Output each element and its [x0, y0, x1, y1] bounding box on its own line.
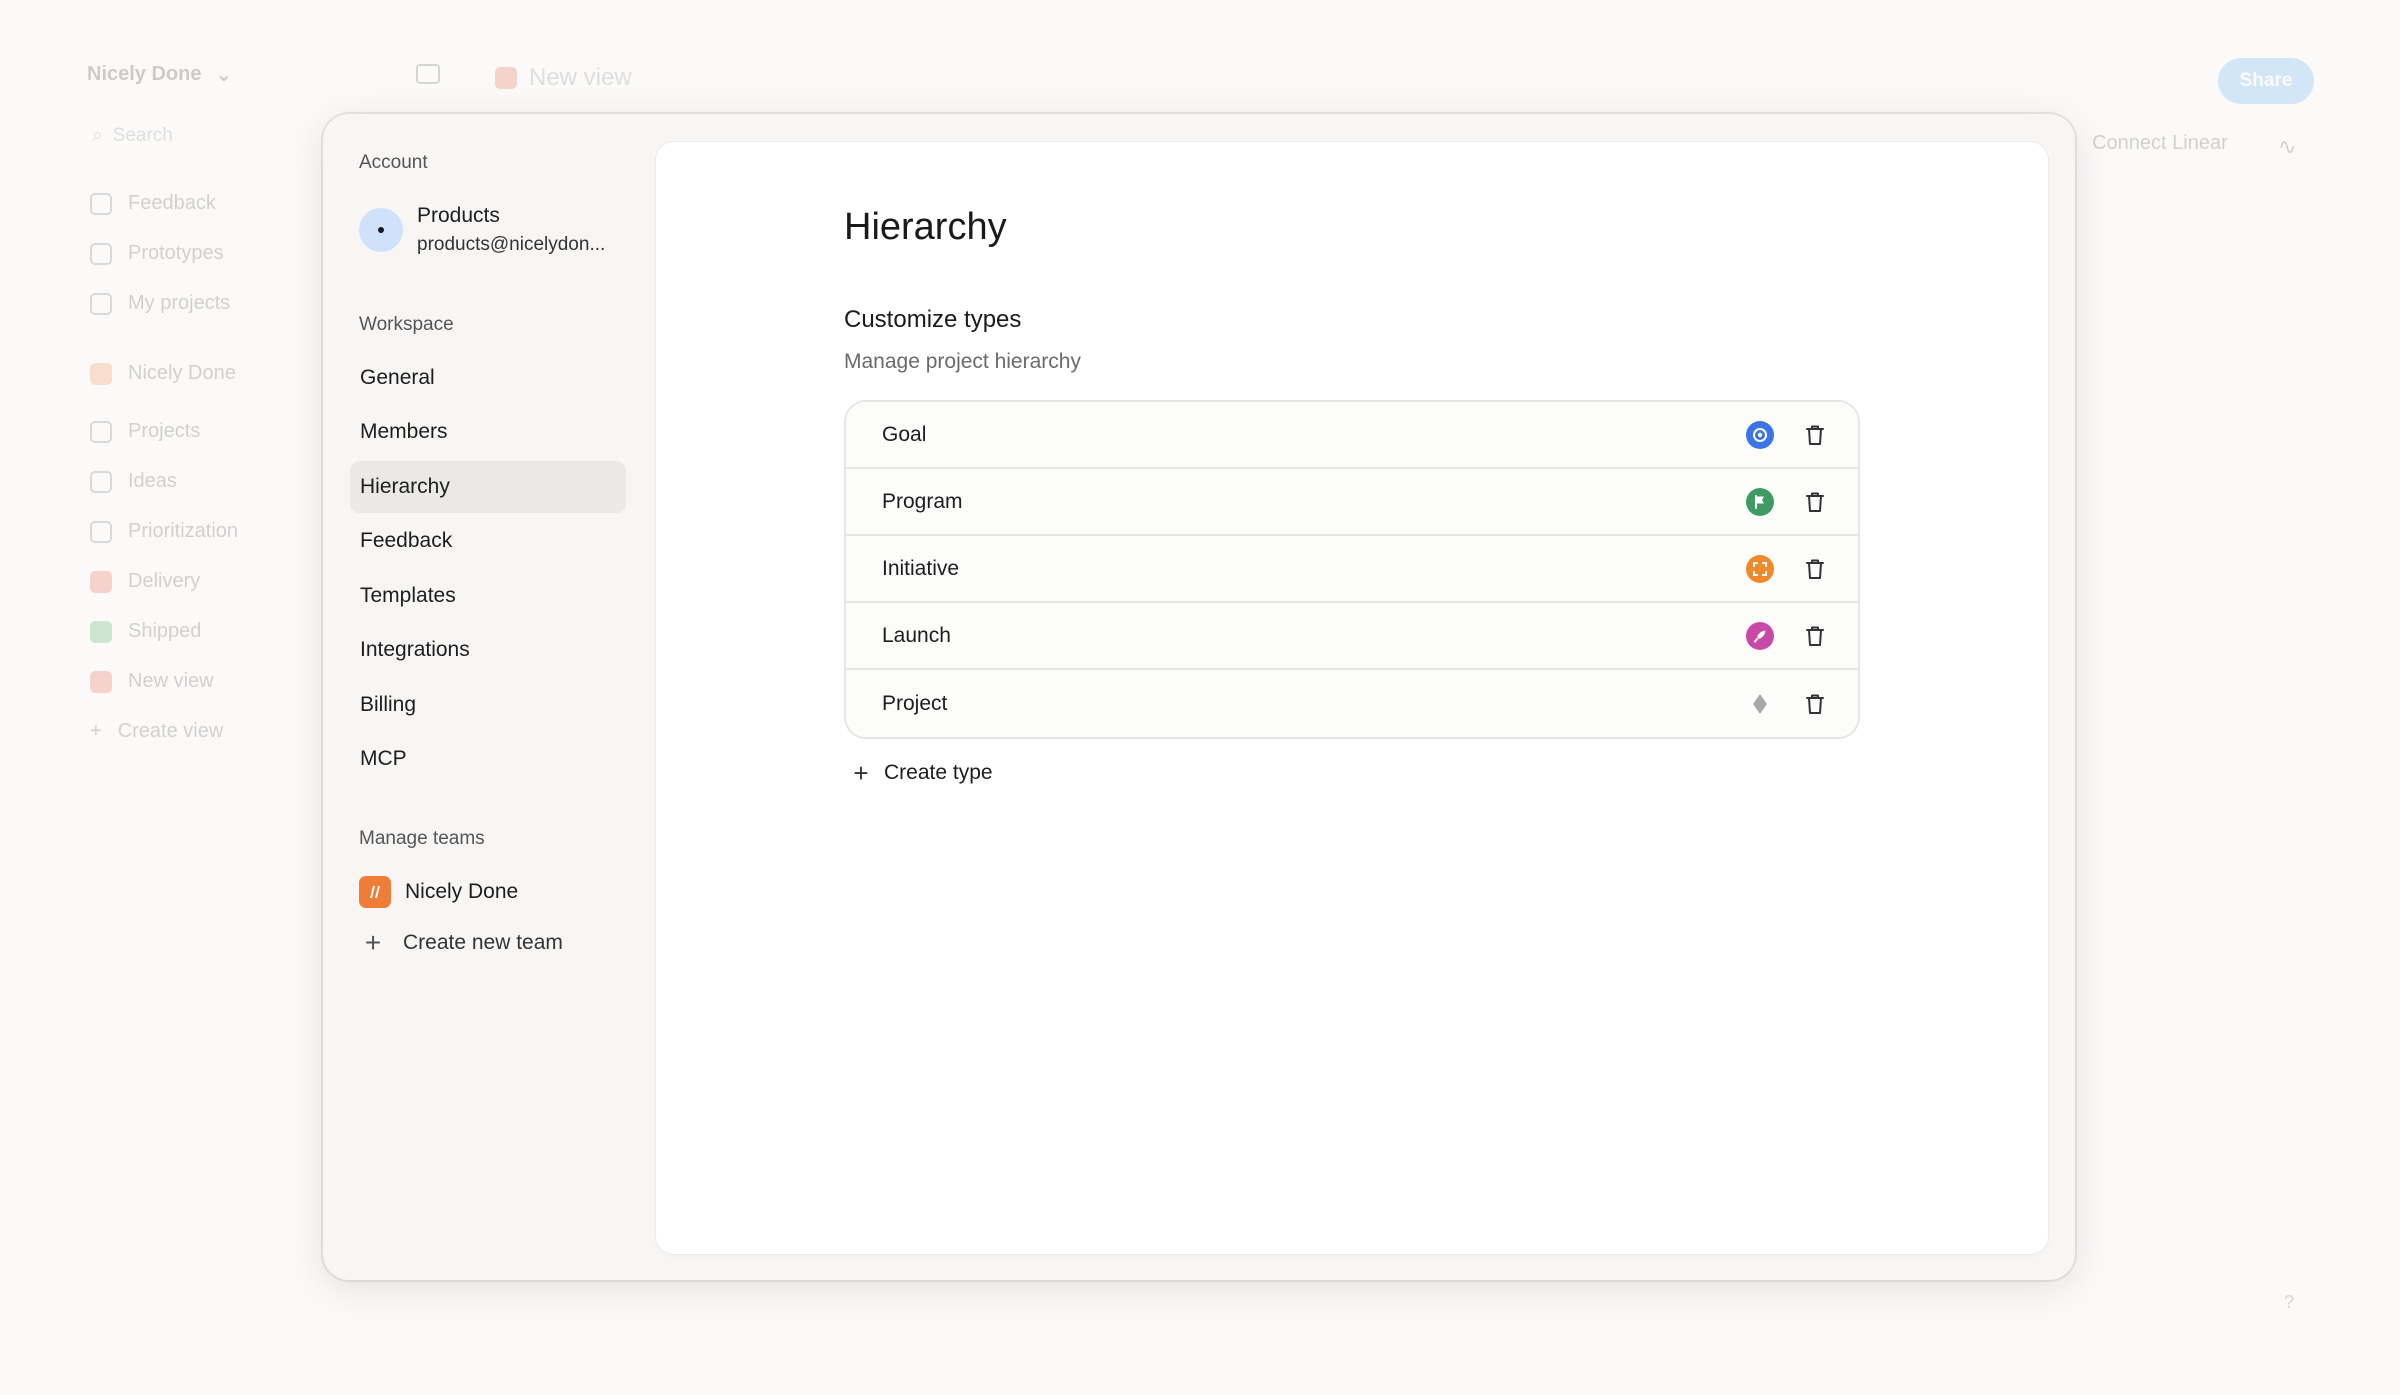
target-icon[interactable] — [1746, 420, 1774, 449]
shipped-icon — [90, 620, 112, 643]
account-name: Products — [417, 204, 500, 227]
type-name: Project — [882, 691, 948, 715]
team-logo-icon — [359, 876, 391, 908]
create-type-label: Create type — [884, 761, 993, 784]
type-name: Goal — [882, 422, 927, 446]
settings-nav: Account Products products@nicelydon... W… — [323, 114, 653, 1280]
section-title: Customize types — [844, 306, 1022, 333]
type-row-project[interactable]: Project — [846, 670, 1858, 737]
avatar-dot — [378, 227, 384, 233]
types-list: Goal Program Initiative Launch Project — [844, 400, 1860, 739]
bg-nav-delivery: Delivery — [90, 570, 200, 593]
settings-modal: Account Products products@nicelydon... W… — [323, 114, 2075, 1280]
account-text: Products products@nicelydon... — [417, 204, 605, 256]
bg-nav-create-view: + Create view — [90, 720, 224, 742]
activity-icon: ∿ — [2278, 134, 2297, 159]
bg-nav-my-projects: My projects — [90, 292, 230, 315]
type-row-initiative[interactable]: Initiative — [846, 536, 1858, 603]
create-team-label: Create new team — [403, 931, 563, 954]
rocket-icon[interactable] — [1746, 621, 1774, 650]
account-section-title: Account — [359, 152, 428, 173]
team-item-nicely-done[interactable]: Nicely Done — [359, 876, 518, 908]
bg-nav-shipped: Shipped — [90, 620, 201, 643]
type-row-launch[interactable]: Launch — [846, 603, 1858, 670]
settings-nav-general[interactable]: General — [350, 352, 626, 404]
settings-nav-feedback[interactable]: Feedback — [350, 515, 626, 567]
bg-nav-ideas: Ideas — [90, 470, 177, 493]
plus-icon: + — [853, 758, 869, 788]
settings-nav-billing[interactable]: Billing — [350, 679, 626, 731]
settings-nav-integrations[interactable]: Integrations — [350, 624, 626, 676]
bg-nav-prototypes: Prototypes — [90, 242, 224, 265]
focus-icon[interactable] — [1746, 554, 1774, 583]
feedback-icon — [90, 192, 112, 215]
account-row[interactable]: Products products@nicelydon... — [359, 204, 605, 256]
bg-nav-team: Nicely Done — [90, 362, 236, 385]
bg-nav-feedback: Feedback — [90, 192, 216, 215]
user-icon — [90, 292, 112, 315]
share-button: Share — [2218, 58, 2314, 104]
trash-icon[interactable] — [1802, 623, 1828, 649]
type-name: Launch — [882, 623, 951, 647]
workspace-section-title: Workspace — [359, 314, 454, 335]
ideas-icon — [90, 470, 112, 493]
view-icon — [495, 67, 517, 89]
prototypes-icon — [90, 242, 112, 265]
section-subtitle: Manage project hierarchy — [844, 350, 1081, 373]
content-panel: Hierarchy Customize types Manage project… — [656, 142, 2048, 1254]
prioritization-icon — [90, 520, 112, 543]
account-email: products@nicelydon... — [417, 234, 606, 255]
team-name: Nicely Done — [405, 880, 519, 903]
bg-nav-prioritization: Prioritization — [90, 520, 238, 543]
type-row-goal[interactable]: Goal — [846, 402, 1858, 469]
settings-nav-templates[interactable]: Templates — [350, 570, 626, 622]
create-team-button[interactable]: + Create new team — [359, 929, 563, 957]
help-button: ? — [2284, 1292, 2295, 1312]
create-type-button[interactable]: + Create type — [850, 758, 993, 788]
workspace-switcher: Nicely Done ⌄ — [87, 63, 233, 86]
type-row-program[interactable]: Program — [846, 469, 1858, 536]
avatar — [359, 208, 403, 252]
trash-icon[interactable] — [1802, 691, 1828, 717]
settings-nav-members[interactable]: Members — [350, 406, 626, 458]
type-name: Program — [882, 489, 963, 513]
trash-icon[interactable] — [1802, 556, 1828, 582]
chevron-down-icon: ⌄ — [215, 64, 233, 86]
trash-icon[interactable] — [1802, 489, 1828, 515]
connect-linear: ◐ Connect Linear — [2070, 132, 2228, 154]
bg-nav-new-view: New view — [90, 670, 214, 693]
trash-icon[interactable] — [1802, 422, 1828, 448]
projects-icon — [90, 420, 112, 443]
plus-icon: + — [90, 720, 102, 742]
diamond-icon[interactable] — [1746, 690, 1774, 718]
settings-nav-mcp[interactable]: MCP — [350, 733, 626, 785]
flag-icon[interactable] — [1746, 487, 1774, 516]
bg-nav-projects: Projects — [90, 420, 200, 443]
team-logo-icon — [90, 362, 112, 385]
settings-nav-hierarchy[interactable]: Hierarchy — [350, 461, 626, 513]
search-box: ⌕ Search — [92, 125, 173, 146]
search-icon: ⌕ — [92, 125, 103, 146]
type-name: Initiative — [882, 556, 960, 580]
delivery-icon — [90, 570, 112, 593]
sidebar-toggle-icon — [416, 64, 440, 84]
teams-section-title: Manage teams — [359, 828, 485, 849]
plus-icon: + — [364, 927, 382, 958]
view-title: New view — [495, 64, 632, 92]
page-title: Hierarchy — [844, 206, 1007, 248]
view-icon — [90, 670, 112, 693]
background-sidebar: Nicely Done ⌄ ⌕ Search Feedback Prototyp… — [0, 0, 330, 1395]
